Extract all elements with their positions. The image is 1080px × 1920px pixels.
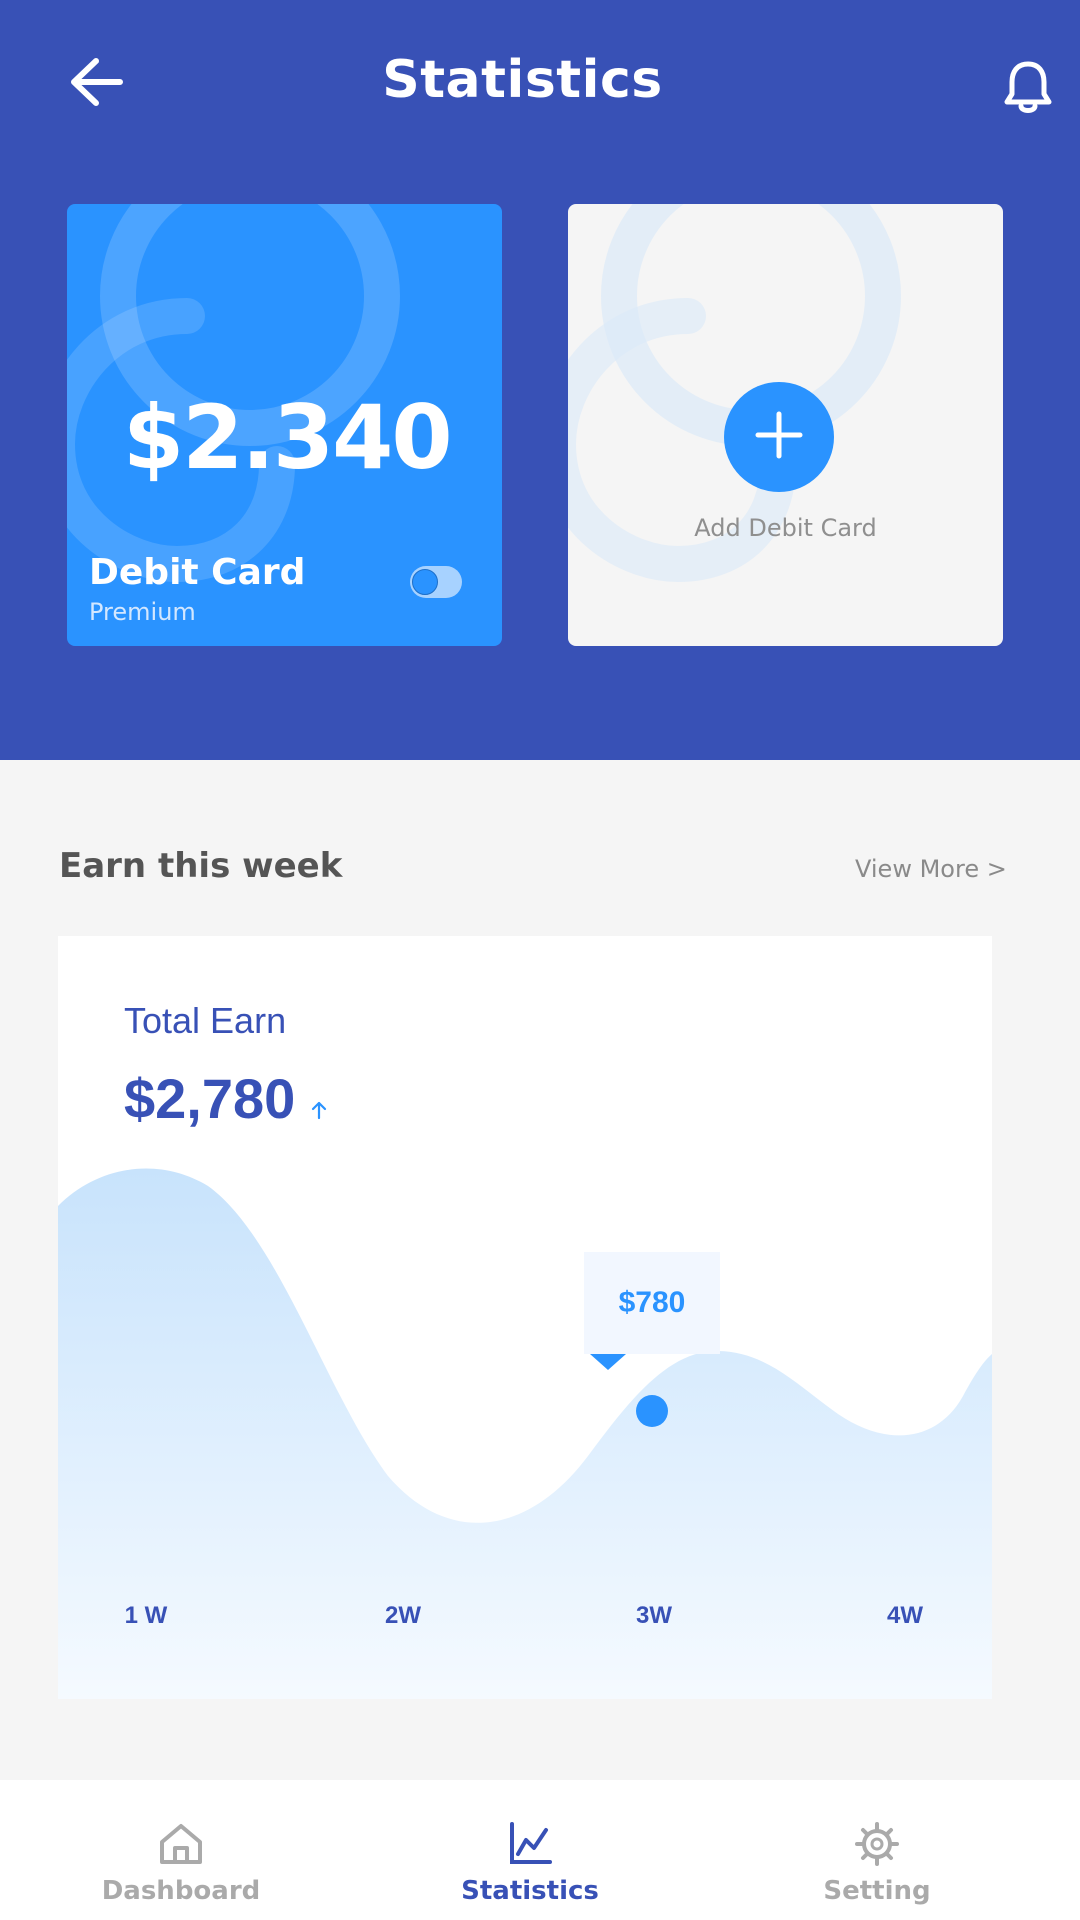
page-title: Statistics [382, 50, 663, 110]
highlight-point [636, 1395, 668, 1427]
card-name: Debit Card [89, 552, 306, 593]
x-axis-label: 3W [636, 1602, 672, 1629]
tooltip-pointer [590, 1354, 626, 1370]
nav-label-setting: Setting [823, 1876, 931, 1906]
card-balance: $2.340 [123, 386, 453, 489]
card-toggle[interactable] [410, 566, 462, 598]
x-axis-label: 2W [385, 1602, 421, 1629]
nav-label-dashboard: Dashboard [101, 1876, 261, 1906]
header: Statistics $2.340 Debit Card Premium Add… [0, 0, 1080, 760]
card-tier: Premium [89, 598, 196, 626]
section-title: Earn this week [59, 846, 343, 886]
x-axis-label: 1 W [124, 1602, 168, 1629]
gear-icon [757, 1822, 997, 1868]
add-card-panel[interactable]: Add Debit Card [568, 204, 1003, 646]
earn-chart [58, 1168, 992, 1699]
home-icon [61, 1822, 301, 1868]
add-card-button[interactable] [724, 382, 834, 492]
plus-icon [754, 410, 804, 465]
x-axis-label: 4W [887, 1602, 923, 1629]
notification-button[interactable] [1004, 60, 1056, 122]
add-card-label: Add Debit Card [694, 514, 877, 542]
earn-chart-card: Total Earn $2,780 $780 1 W 2W 3W 4W [58, 936, 992, 1699]
total-earn-value: $2,780 [124, 1067, 296, 1130]
nav-label-statistics: Statistics [461, 1876, 599, 1906]
view-more-link[interactable]: View More > [855, 855, 1007, 883]
toggle-knob [412, 569, 438, 595]
chart-tooltip: $780 [584, 1252, 720, 1354]
bell-icon [1004, 61, 1052, 120]
chart-icon [410, 1822, 650, 1868]
total-earn-label: Total Earn [124, 1000, 287, 1041]
nav-item-setting[interactable]: Setting [757, 1780, 997, 1920]
bottom-nav: Dashboard Statistics Setting [0, 1780, 1080, 1920]
earn-area [58, 1168, 992, 1699]
nav-item-statistics[interactable]: Statistics [410, 1780, 650, 1920]
debit-card[interactable]: $2.340 Debit Card Premium [67, 204, 502, 646]
nav-item-dashboard[interactable]: Dashboard [61, 1780, 301, 1920]
arrow-up-icon [310, 1100, 328, 1125]
